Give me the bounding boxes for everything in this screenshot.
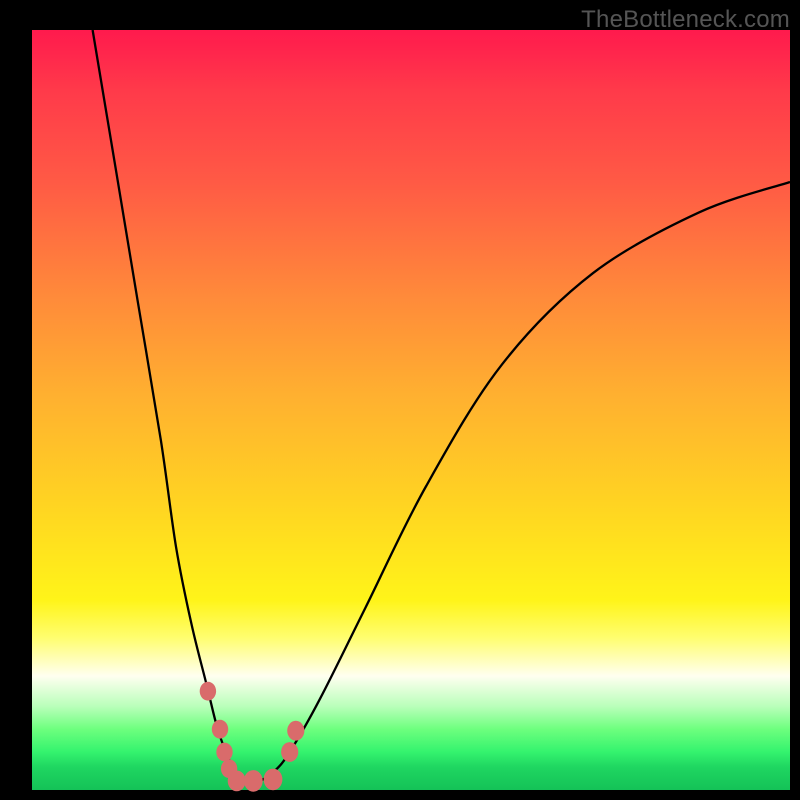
chart-frame: TheBottleneck.com (0, 0, 800, 800)
curve-markers (200, 682, 305, 792)
bottleneck-curve (93, 30, 790, 782)
curve-marker (264, 769, 283, 791)
curve-marker (244, 770, 263, 792)
curve-marker (228, 771, 246, 792)
curve-marker (200, 682, 216, 701)
curve-marker (287, 721, 304, 741)
chart-plot-area (32, 30, 790, 790)
curve-marker (216, 743, 232, 762)
watermark-text: TheBottleneck.com (581, 6, 790, 34)
chart-svg (32, 30, 790, 790)
curve-marker (281, 742, 298, 762)
curve-marker (212, 720, 228, 739)
